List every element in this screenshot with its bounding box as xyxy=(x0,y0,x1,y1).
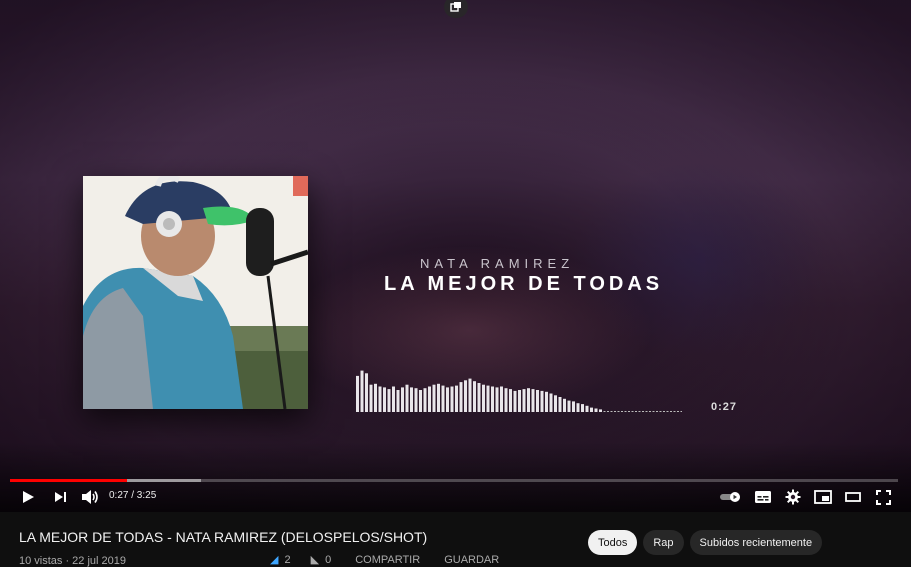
visualizer-bar xyxy=(531,389,535,412)
subtitles-button[interactable] xyxy=(752,484,774,510)
visualizer-bar xyxy=(369,384,373,412)
visualizer-bar xyxy=(518,390,521,412)
visualizer-bar xyxy=(356,375,359,412)
chip-subidos-recientemente[interactable]: Subidos recientemente xyxy=(689,530,823,555)
play-button[interactable] xyxy=(16,484,40,510)
visualizer-bar xyxy=(423,388,427,412)
album-art-image xyxy=(83,176,308,409)
visualizer-bar xyxy=(450,386,454,412)
chip-rap[interactable]: Rap xyxy=(643,530,684,555)
autoplay-toggle[interactable] xyxy=(718,484,744,510)
visualizer-bar xyxy=(419,390,422,412)
visualizer-bar xyxy=(504,388,508,412)
fullscreen-button[interactable] xyxy=(872,484,894,510)
subtitles-icon xyxy=(755,491,771,503)
chip-todos[interactable]: Todos xyxy=(588,530,638,555)
theater-mode-button[interactable] xyxy=(842,484,864,510)
visualizer-bar xyxy=(464,380,467,412)
visualizer-bar xyxy=(401,387,404,412)
visualizer-bar xyxy=(383,387,386,412)
visualizer-bar xyxy=(437,383,440,412)
progress-bar[interactable] xyxy=(10,479,898,482)
visualizer-bar xyxy=(500,386,503,412)
settings-button[interactable] xyxy=(782,484,804,510)
visualizer-bar xyxy=(459,382,463,412)
visualizer-bar xyxy=(558,397,562,412)
visualizer-bar xyxy=(428,386,431,412)
visualizer-bar xyxy=(581,404,584,412)
visualizer-bar xyxy=(410,387,413,412)
visualizer-bar xyxy=(495,387,499,412)
visualizer-bar xyxy=(513,390,517,412)
filter-chips: Todos Rap Subidos recientemente xyxy=(588,530,823,555)
visualizer-bar xyxy=(572,401,575,412)
visualizer-bar xyxy=(468,378,472,412)
visualizer-bar xyxy=(545,391,548,412)
next-icon xyxy=(54,492,66,502)
theater-mode-icon xyxy=(845,492,861,502)
autoplay-toggle-icon xyxy=(720,492,740,502)
volume-button[interactable] xyxy=(79,484,101,510)
visualizer-bar xyxy=(527,388,530,412)
visualizer-bar xyxy=(405,384,409,412)
visualizer-bar xyxy=(378,386,382,412)
visualizer-bar xyxy=(473,381,476,412)
visualizer-time-text: 0:27 xyxy=(711,401,738,413)
visualizer-bar xyxy=(549,393,553,412)
visualizer-bar xyxy=(536,390,539,412)
fullscreen-icon xyxy=(875,489,891,505)
visualizer-bar xyxy=(576,403,580,412)
played-bar xyxy=(10,479,128,482)
visualizer-bar xyxy=(522,389,526,412)
visualizer-bar xyxy=(441,385,445,412)
video-stats: 10 vistas · 22 jul 2019 xyxy=(19,555,127,567)
audio-visualizer xyxy=(356,370,682,412)
visualizer-bar xyxy=(387,389,391,412)
visualizer-bar xyxy=(594,408,598,412)
artist-overlay-text: NATA RAMIREZ xyxy=(420,256,575,271)
visualizer-bar xyxy=(585,405,589,412)
visualizer-bar xyxy=(446,387,449,412)
visualizer-bar xyxy=(477,383,481,412)
play-icon xyxy=(23,491,34,503)
visualizer-bar xyxy=(482,384,485,412)
video-title: LA MEJOR DE TODAS - NATA RAMIREZ (DELOSP… xyxy=(19,529,428,545)
visualizer-bar xyxy=(374,383,377,412)
video-player[interactable]: NATA RAMIREZ LA MEJOR DE TODAS 0:27 0:27… xyxy=(0,0,911,512)
visualizer-bar xyxy=(563,398,566,412)
visualizer-bar xyxy=(432,384,436,412)
visualizer-bar xyxy=(599,409,602,412)
video-info-panel: LA MEJOR DE TODAS - NATA RAMIREZ (DELOSP… xyxy=(0,512,911,567)
song-overlay-text: LA MEJOR DE TODAS xyxy=(384,273,664,295)
visualizer-bar xyxy=(360,370,364,412)
miniplayer-icon xyxy=(814,490,832,504)
visualizer-bar xyxy=(365,373,368,412)
visualizer-bar xyxy=(567,400,571,412)
visualizer-bar xyxy=(392,386,395,412)
volume-icon xyxy=(82,490,98,504)
player-controls: 0:27 / 3:25 xyxy=(0,484,911,512)
next-button[interactable] xyxy=(49,484,71,510)
visualizer-bar xyxy=(554,395,557,412)
visualizer-bar xyxy=(491,386,494,412)
visualizer-bar xyxy=(396,390,400,412)
visualizer-bar xyxy=(455,385,458,412)
gear-icon xyxy=(785,489,801,505)
miniplayer-button[interactable] xyxy=(812,484,834,510)
visualizer-bar xyxy=(486,385,490,412)
visualizer-bar xyxy=(590,407,593,412)
time-display: 0:27 / 3:25 xyxy=(109,490,157,501)
visualizer-bar xyxy=(414,388,418,412)
visualizer-bar xyxy=(509,389,512,412)
visualizer-bar xyxy=(540,390,544,412)
